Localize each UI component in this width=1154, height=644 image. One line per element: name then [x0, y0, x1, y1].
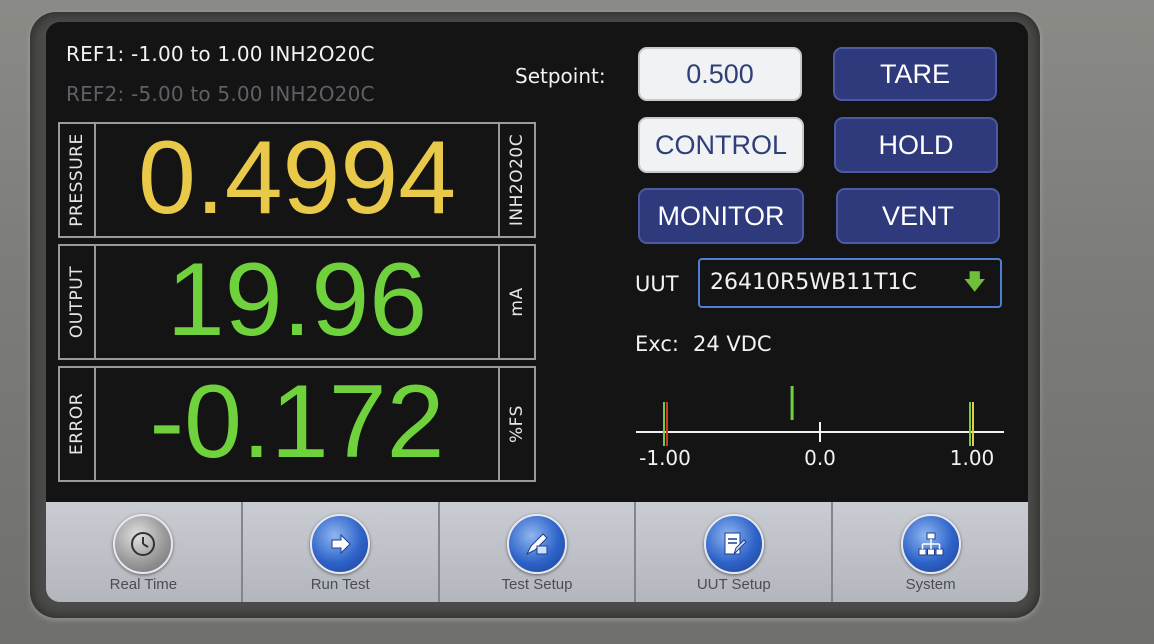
- error-value: -0.172: [149, 363, 445, 480]
- vent-button[interactable]: VENT: [836, 188, 1000, 244]
- nav-uut-setup-label: UUT Setup: [696, 576, 771, 593]
- monitor-button[interactable]: MONITOR: [638, 188, 804, 244]
- green-down-arrow-icon[interactable]: 🡇: [963, 260, 986, 306]
- error-unit: %FS: [507, 405, 527, 443]
- output-row: OUTPUT 19.96 mA: [58, 244, 536, 362]
- control-button[interactable]: CONTROL: [638, 117, 804, 173]
- uut-select[interactable]: 26410R5WB11T1C 🡇: [698, 258, 1002, 308]
- nav-system-label: System: [905, 576, 956, 593]
- document-edit-icon: [703, 514, 764, 574]
- error-row: ERROR -0.172 %FS: [58, 366, 536, 484]
- tare-button[interactable]: TARE: [833, 47, 997, 101]
- clock-icon: [113, 514, 174, 574]
- output-unit: mA: [507, 287, 527, 317]
- pressure-label: PRESSURE: [67, 133, 87, 227]
- error-scale: -1.00 0.0 1.00: [634, 382, 1006, 472]
- ref1-range: REF1: -1.00 to 1.00 INH2O20C: [66, 42, 375, 66]
- excitation-label: Exc:: [635, 332, 679, 356]
- scale-tick-max: 1.00: [949, 446, 995, 470]
- pressure-unit: INH2O20C: [507, 133, 527, 227]
- bottom-nav: Real Time Run Test Test Setup UUT Setup …: [46, 502, 1028, 602]
- network-icon: [900, 514, 961, 574]
- play-arrow-icon: [310, 514, 371, 574]
- pressure-value: 0.4994: [137, 119, 457, 236]
- error-label: ERROR: [67, 392, 87, 456]
- excitation-value: 24 VDC: [692, 332, 772, 356]
- output-value: 19.96: [166, 241, 428, 358]
- scale-tick-min: -1.00: [639, 446, 691, 470]
- nav-run-test[interactable]: Run Test: [242, 502, 440, 602]
- ref2-range: REF2: -5.00 to 5.00 INH2O20C: [66, 82, 375, 106]
- scale-tick-zero: 0.0: [804, 446, 836, 470]
- scale-graphic: [636, 386, 1004, 446]
- uut-value: 26410R5WB11T1C: [710, 270, 917, 295]
- uut-label: UUT: [635, 272, 679, 296]
- nav-real-time-label: Real Time: [109, 576, 178, 593]
- nav-test-setup-label: Test Setup: [501, 576, 573, 593]
- excitation-readout: Exc: 24 VDC: [635, 332, 772, 356]
- edit-setup-icon: [506, 514, 567, 574]
- nav-real-time[interactable]: Real Time: [46, 502, 243, 602]
- instrument-screen: REF1: -1.00 to 1.00 INH2O20C REF2: -5.00…: [46, 22, 1028, 602]
- output-label: OUTPUT: [67, 265, 87, 339]
- nav-uut-setup[interactable]: UUT Setup: [636, 502, 834, 602]
- pressure-row: PRESSURE 0.4994 INH2O20C: [58, 122, 536, 240]
- nav-run-test-label: Run Test: [310, 576, 370, 593]
- setpoint-input[interactable]: 0.500: [638, 47, 802, 101]
- nav-test-setup[interactable]: Test Setup: [439, 502, 637, 602]
- setpoint-label: Setpoint:: [515, 64, 606, 88]
- nav-system[interactable]: System: [833, 502, 1028, 602]
- hold-button[interactable]: HOLD: [834, 117, 998, 173]
